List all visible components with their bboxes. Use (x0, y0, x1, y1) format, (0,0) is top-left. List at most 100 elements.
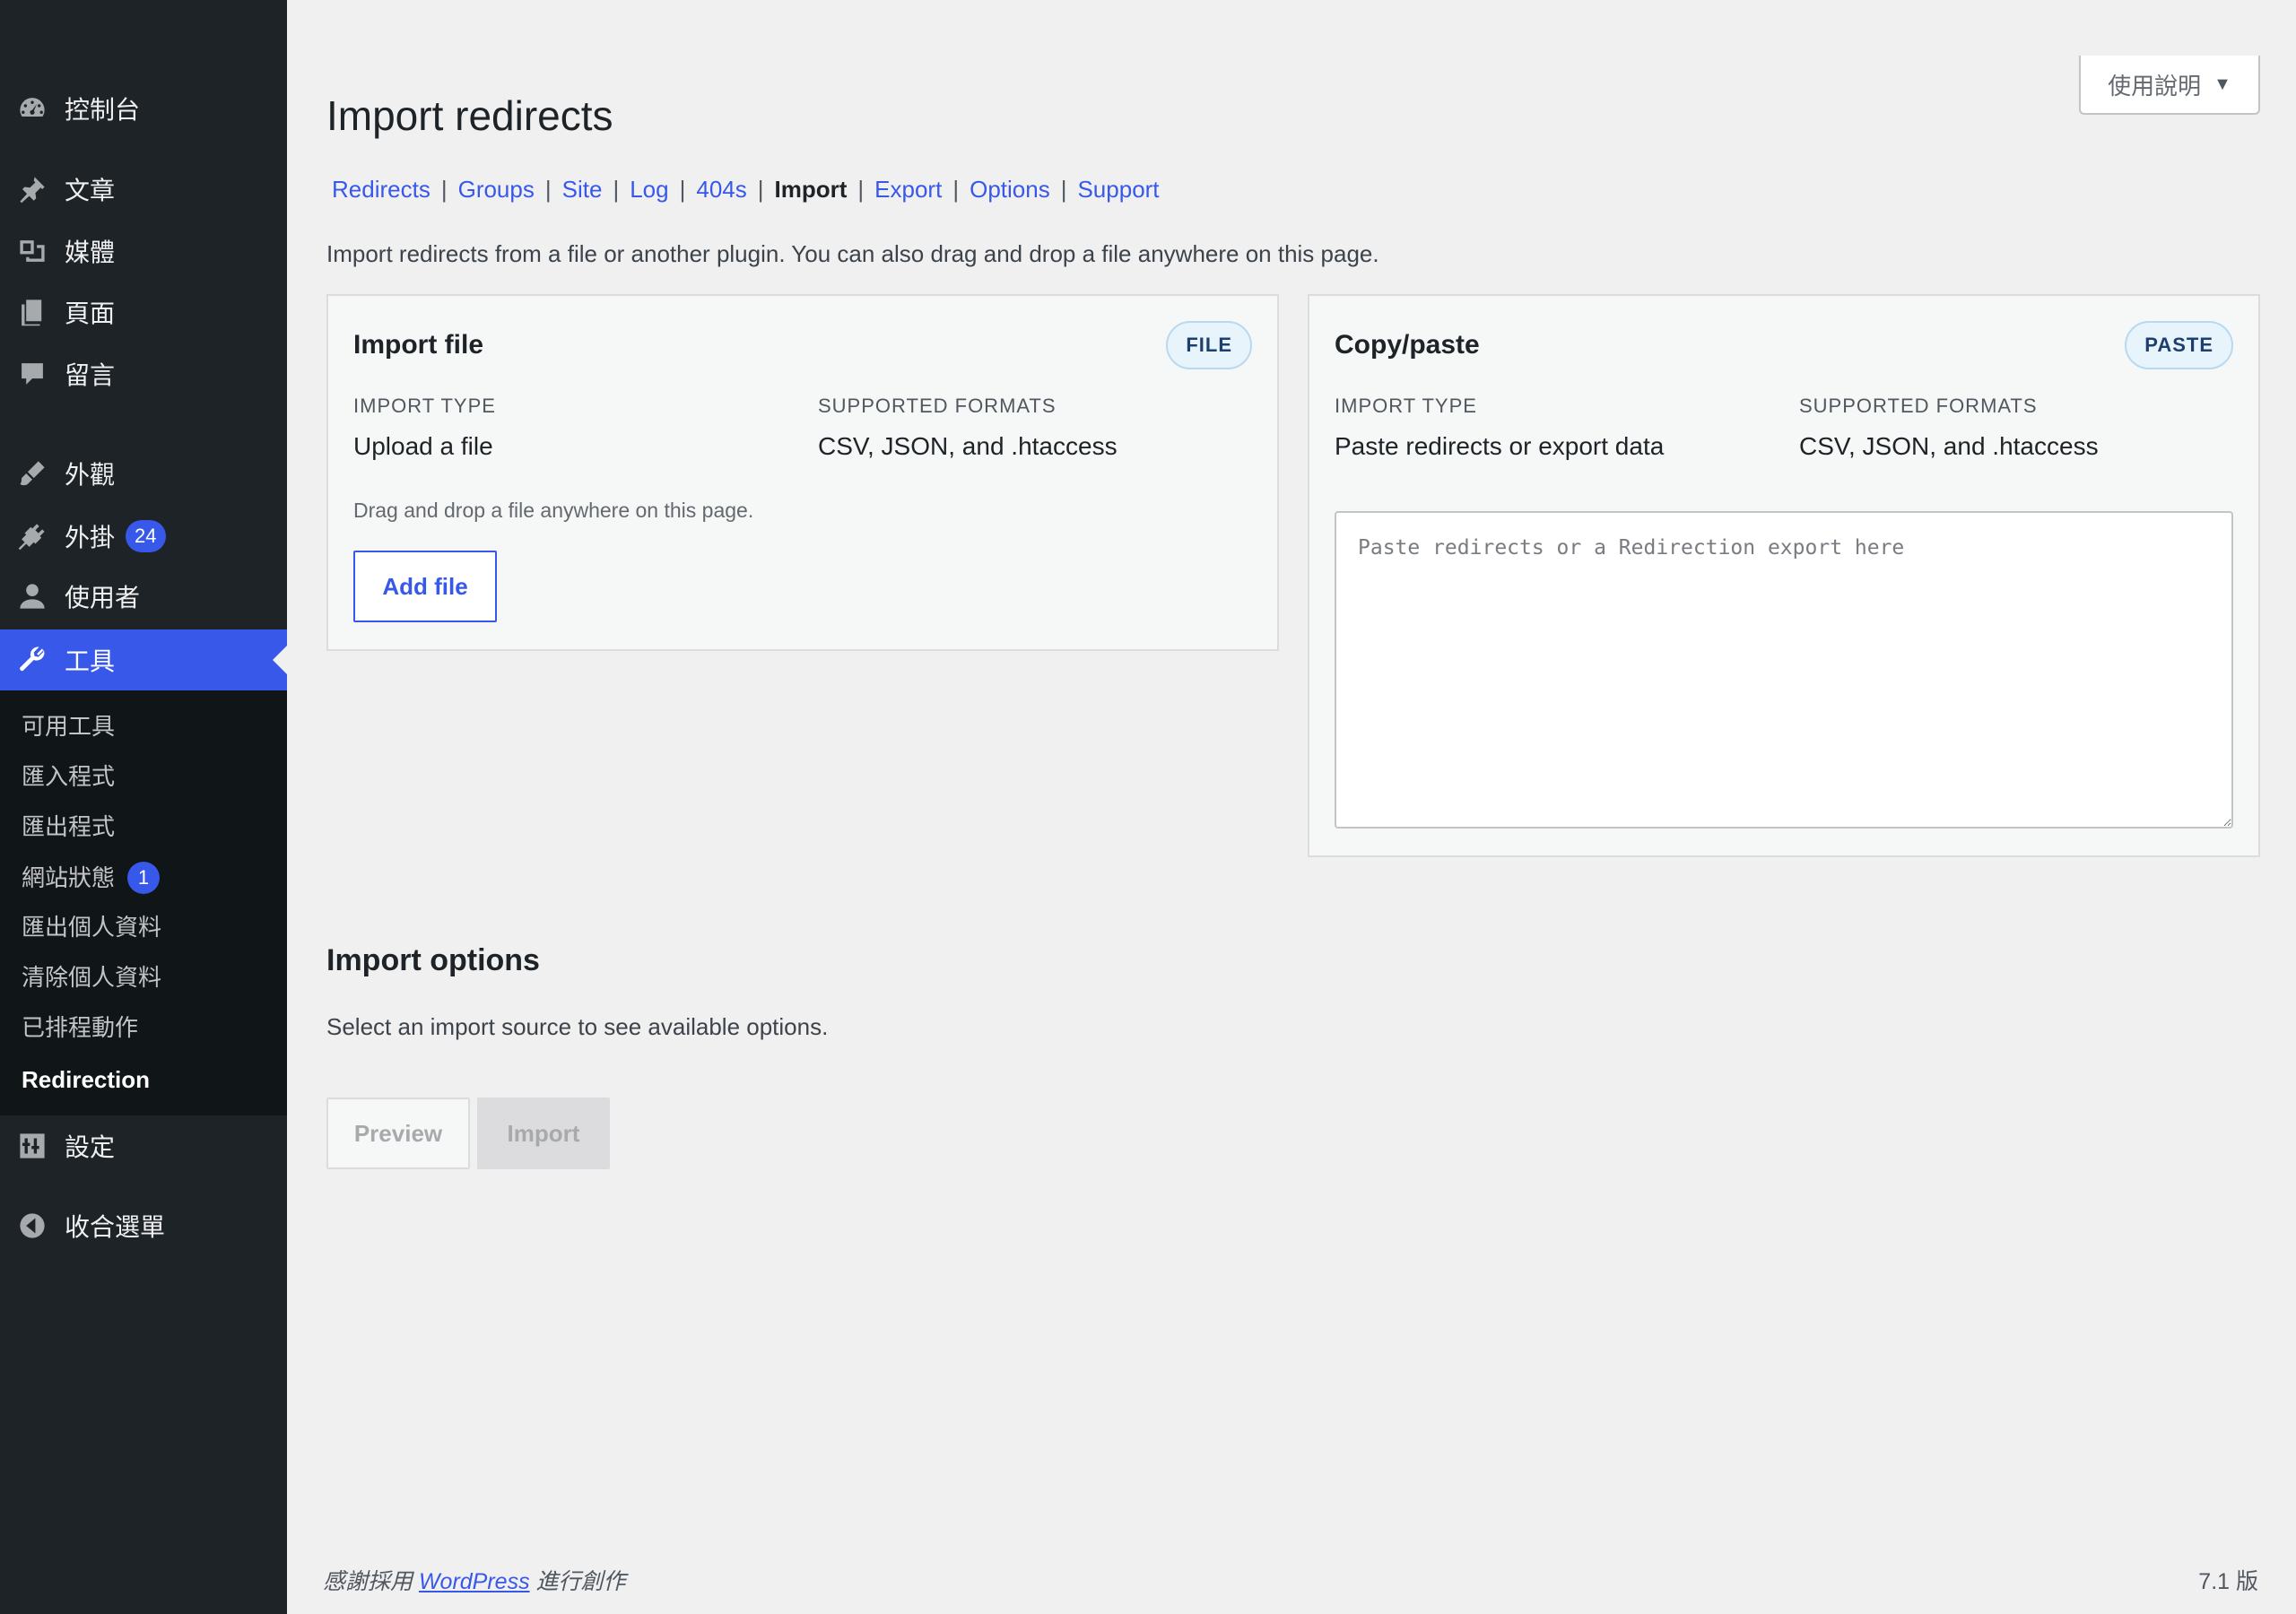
submenu-label: 清除個人資料 (22, 964, 162, 991)
menu-label: 外掛 (65, 524, 116, 551)
nav-link-support[interactable]: Support (1072, 176, 1164, 204)
submenu-label: 匯入程式 (22, 763, 116, 790)
menu-label: 設定 (65, 1133, 116, 1161)
collapse-icon (0, 1195, 65, 1256)
supported-formats-label: SUPPORTED FORMATS (1799, 395, 2038, 417)
add-file-button[interactable]: Add file (353, 551, 497, 622)
submenu-label: 已排程動作 (22, 1014, 139, 1041)
menu-item-media[interactable]: 媒體 (0, 221, 287, 282)
nav-separator: | (952, 176, 960, 203)
menu-item-posts[interactable]: 文章 (0, 159, 287, 220)
footer-thanks: 感謝採用 WordPress 進行創作 (323, 1564, 626, 1596)
menu-item-tools[interactable]: 工具 (0, 629, 287, 690)
plugin-icon (0, 506, 65, 567)
copy-paste-card: Copy/paste PASTE IMPORT TYPE Paste redir… (1308, 294, 2260, 857)
menu-item-pages[interactable]: 頁面 (0, 282, 287, 343)
menu-label: 留言 (65, 361, 116, 389)
paste-badge: PASTE (2125, 321, 2233, 369)
wrench-icon (0, 629, 65, 690)
import-type-value: Upload a file (353, 432, 493, 460)
preview-button[interactable]: Preview (326, 1098, 470, 1169)
import-type-value: Paste redirects or export data (1335, 432, 1665, 460)
collapse-menu-button[interactable]: 收合選單 (0, 1195, 287, 1256)
footer-thanks-suffix: 進行創作 (529, 1569, 626, 1594)
submenu-label: 匯出程式 (22, 813, 116, 840)
menu-item-comments[interactable]: 留言 (0, 343, 287, 404)
settings-icon (0, 1115, 65, 1176)
intro-text: Import redirects from a file or another … (326, 240, 1379, 267)
nav-separator: | (679, 176, 686, 203)
comment-icon (0, 343, 65, 404)
nav-separator: | (857, 176, 865, 203)
submenu-item-export[interactable]: 匯出程式 (22, 807, 115, 846)
footer-version: 7.1 版 (2198, 1569, 2258, 1594)
import-type-label: IMPORT TYPE (1335, 395, 1477, 417)
menu-item-users[interactable]: 使用者 (0, 566, 287, 627)
file-badge: FILE (1166, 321, 1252, 369)
submenu-label: 匯出個人資料 (22, 914, 162, 941)
media-icon (0, 221, 65, 282)
menu-label: 工具 (65, 647, 116, 675)
tools-submenu: 可用工具 匯入程式 匯出程式 網站狀態 1 匯出個人資料 清除個人資料 已排程動… (0, 690, 287, 1115)
submenu-item-erase-personal-data[interactable]: 清除個人資料 (22, 958, 161, 997)
nav-link-export[interactable]: Export (869, 176, 947, 204)
nav-link-redirects[interactable]: Redirects (326, 176, 436, 204)
supported-formats-value: CSV, JSON, and .htaccess (1799, 432, 2099, 460)
page-title: Import redirects (326, 92, 613, 139)
wordpress-link[interactable]: WordPress (419, 1569, 530, 1594)
pages-icon (0, 282, 65, 343)
menu-label: 文章 (65, 177, 116, 204)
menu-label: 使用者 (65, 584, 141, 612)
plugin-update-count: 24 (126, 520, 166, 552)
submenu-item-export-personal-data[interactable]: 匯出個人資料 (22, 907, 161, 947)
menu-label: 外觀 (65, 461, 116, 489)
submenu-item-redirection[interactable]: Redirection (22, 1060, 150, 1099)
nav-link-404s[interactable]: 404s (691, 176, 752, 204)
import-type-label: IMPORT TYPE (353, 395, 496, 417)
menu-item-plugins[interactable]: 外掛 24 (0, 506, 287, 567)
nav-link-log[interactable]: Log (624, 176, 674, 204)
nav-link-import[interactable]: Import (770, 176, 853, 204)
user-icon (0, 566, 65, 627)
supported-formats-value: CSV, JSON, and .htaccess (818, 432, 1118, 460)
menu-item-settings[interactable]: 設定 (0, 1115, 287, 1176)
drag-drop-hint: Drag and drop a file anywhere on this pa… (353, 499, 754, 522)
submenu-label: 網站狀態 (22, 864, 116, 891)
import-file-card: Import file FILE IMPORT TYPE Upload a fi… (326, 294, 1279, 651)
submenu-item-import[interactable]: 匯入程式 (22, 757, 115, 796)
import-options-text: Select an import source to see available… (326, 1013, 829, 1040)
menu-label: 控制台 (65, 96, 141, 124)
menu-item-dashboard[interactable]: 控制台 (0, 78, 287, 139)
help-tab-button[interactable]: 使用說明 ▼ (2079, 56, 2260, 115)
card-title: Import file (353, 330, 484, 360)
nav-link-groups[interactable]: Groups (453, 176, 540, 204)
nav-link-site[interactable]: Site (557, 176, 608, 204)
caret-down-icon: ▼ (2213, 74, 2231, 94)
import-button[interactable]: Import (477, 1098, 610, 1169)
redirection-nav: Redirects | Groups | Site | Log | 404s | Impo… (326, 176, 1165, 204)
paste-redirects-textarea[interactable] (1335, 511, 2233, 829)
menu-label: 頁面 (65, 299, 116, 327)
pin-icon (0, 159, 65, 220)
nav-separator: | (544, 176, 552, 203)
import-options-heading: Import options (326, 943, 540, 977)
submenu-item-scheduled-actions[interactable]: 已排程動作 (22, 1008, 138, 1047)
dashboard-icon (0, 78, 65, 139)
card-title: Copy/paste (1335, 330, 1480, 360)
site-health-count: 1 (127, 862, 161, 894)
footer-thanks-prefix: 感謝採用 (323, 1569, 419, 1594)
menu-item-appearance[interactable]: 外觀 (0, 443, 287, 504)
supported-formats-label: SUPPORTED FORMATS (818, 395, 1057, 417)
menu-label: 收合選單 (65, 1213, 166, 1241)
nav-link-options[interactable]: Options (964, 176, 1056, 204)
submenu-label: Redirection (22, 1066, 151, 1093)
nav-separator: | (1060, 176, 1067, 203)
nav-separator: | (757, 176, 764, 203)
menu-label: 媒體 (65, 239, 116, 266)
nav-separator: | (440, 176, 448, 203)
help-tab-label: 使用說明 (2108, 72, 2202, 100)
submenu-item-site-health[interactable]: 網站狀態 1 (22, 858, 161, 898)
admin-sidebar: 控制台 文章 媒體 頁面 留言 外觀 外掛 24 使用者 工具 可用工具 匯入程… (0, 0, 287, 1614)
submenu-item-available-tools[interactable]: 可用工具 (22, 707, 115, 746)
nav-separator: | (613, 176, 620, 203)
